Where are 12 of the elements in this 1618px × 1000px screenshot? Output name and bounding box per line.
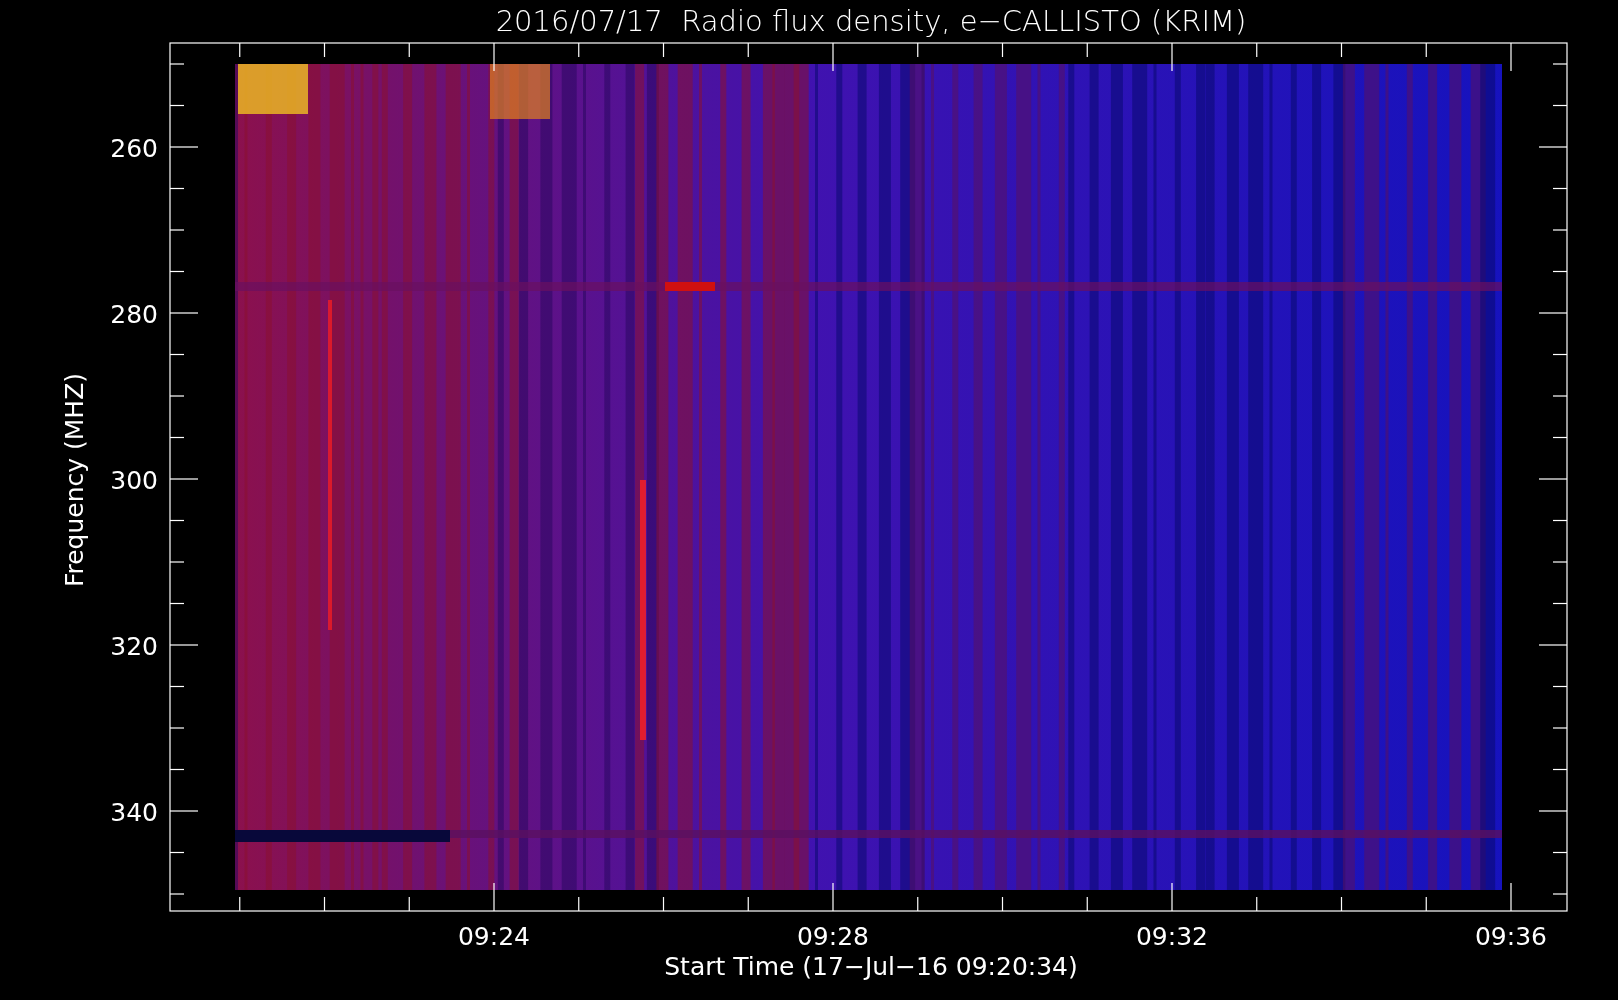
y-tick-label: 300 xyxy=(110,466,158,495)
x-tick-label: 09:36 xyxy=(1475,922,1547,951)
x-tick-label: 09:28 xyxy=(797,922,869,951)
x-axis-label: Start Time (17−Jul−16 09:20:34) xyxy=(664,952,1078,981)
y-tick-label: 280 xyxy=(110,300,158,329)
y-axis-label: Frequency (MHZ) xyxy=(60,372,89,588)
y-tick-label: 260 xyxy=(110,134,158,163)
y-tick-label: 320 xyxy=(110,632,158,661)
x-tick-label: 09:32 xyxy=(1136,922,1208,951)
x-tick-label: 09:24 xyxy=(458,922,530,951)
plot-title: 2016/07/17 Radio flux density, e−CALLISTO (KRIM) xyxy=(495,4,1247,38)
y-tick-label: 340 xyxy=(110,798,158,827)
